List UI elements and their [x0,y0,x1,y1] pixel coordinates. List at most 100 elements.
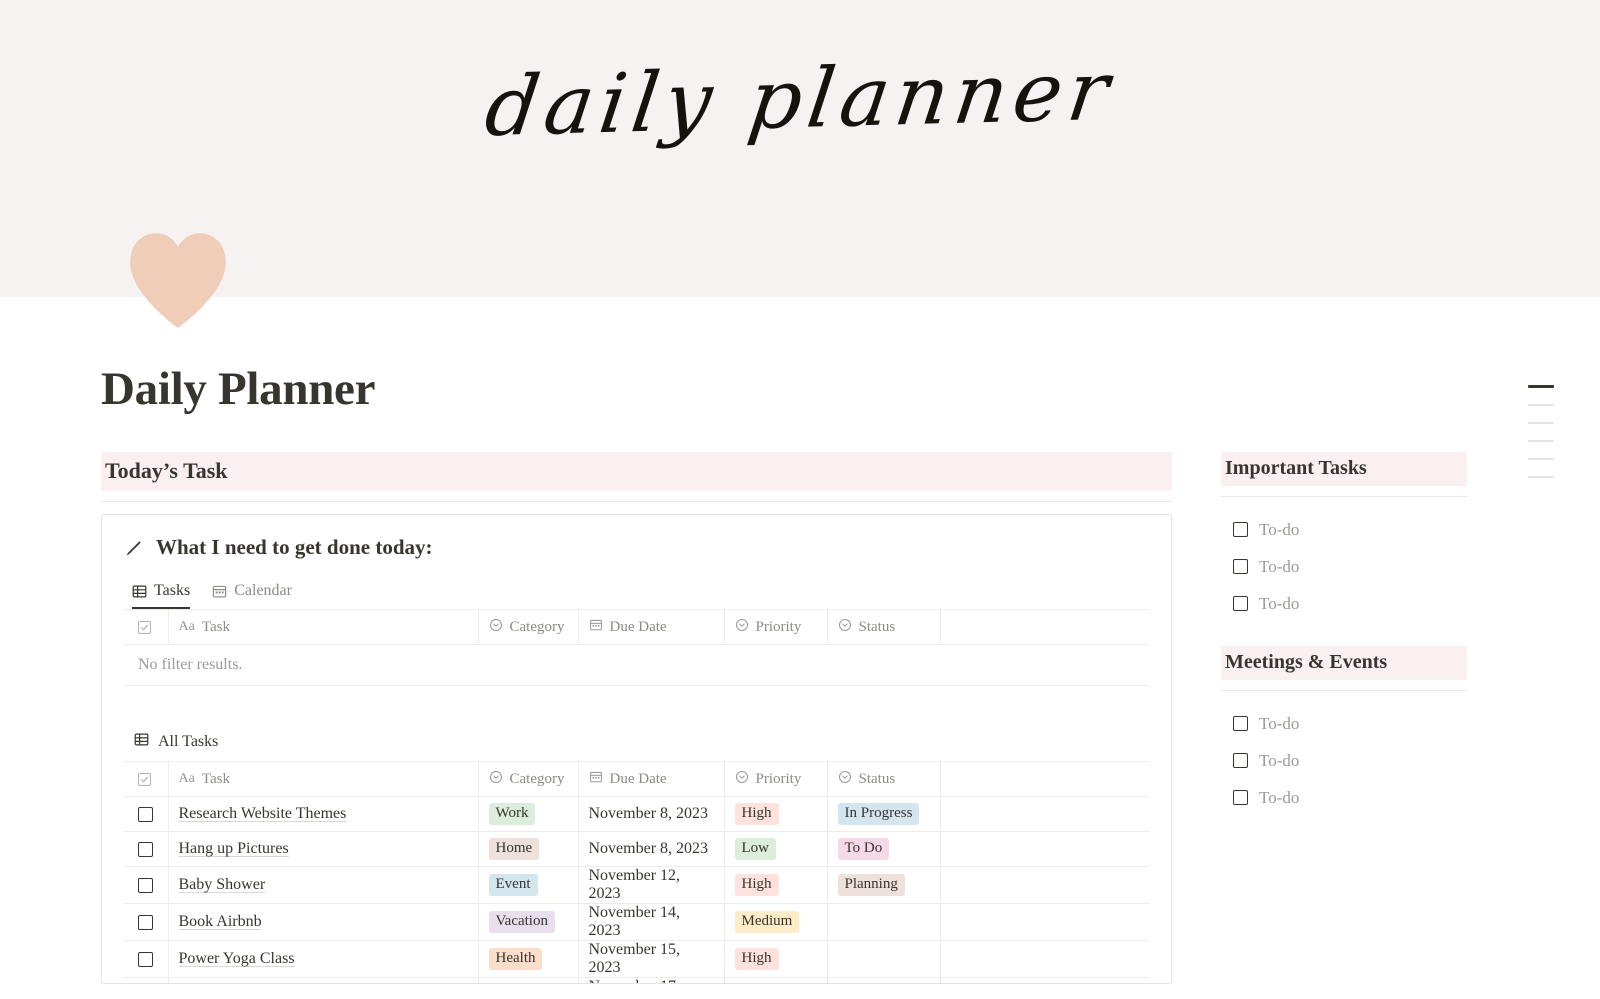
all-tasks-heading[interactable]: All Tasks [124,732,1149,761]
page-title: Daily Planner [101,363,376,415]
task-name-cell[interactable]: Baby Shower [168,866,479,904]
select-icon [735,618,749,637]
column-header-task[interactable]: Aa Task [168,761,479,797]
column-header-category[interactable]: Category [478,761,579,797]
due-date-cell[interactable]: November 8, 2023 [578,831,725,867]
category-cell[interactable]: Work [478,796,579,832]
task-name-cell[interactable]: Research Website Themes [168,796,479,832]
todo-item[interactable]: To-do [1221,779,1467,816]
toc-line[interactable] [1528,404,1554,406]
column-header-status[interactable]: Status [827,609,941,645]
checkbox-icon[interactable] [138,951,153,967]
priority-cell[interactable]: High [724,940,828,978]
toc-line[interactable] [1528,458,1554,460]
column-header-status[interactable]: Status [827,761,941,797]
table-row[interactable]: Baby Shower Event November 12, 2023 High Pla… [124,866,1149,904]
row-checkbox-cell[interactable] [124,940,169,978]
category-cell[interactable]: Event [478,866,579,904]
column-header-category[interactable]: Category [478,609,579,645]
status-cell[interactable]: To Do [827,831,941,867]
task-name-cell[interactable]: Hang up Pictures [168,831,479,867]
todo-item[interactable]: To-do [1221,585,1467,622]
due-date-cell[interactable]: November 14, 2023 [578,903,725,941]
table-row[interactable]: Research Website Themes Work November 8, 2… [124,796,1149,832]
table-row[interactable]: Power Yoga Class Health November 15, 2023 H… [124,940,1149,978]
priority-cell[interactable]: Low [724,831,828,867]
table-row[interactable]: Hang up Pictures Home November 8, 2023 Low T… [124,831,1149,867]
category-cell[interactable]: Vacation [478,903,579,941]
checkbox-icon[interactable] [138,914,153,930]
priority-cell[interactable]: Low [724,977,828,983]
due-date-cell[interactable]: November 15, 2023 [578,940,725,978]
table-of-contents-indicator[interactable] [1528,385,1554,494]
status-cell[interactable] [827,977,941,983]
select-icon [838,618,852,637]
task-name-cell[interactable]: Power Yoga Class [168,940,479,978]
status-cell[interactable] [827,903,941,941]
tab-calendar[interactable]: Calendar [212,582,292,609]
due-date-cell[interactable]: November 17, 2023 [578,977,725,983]
status-cell[interactable]: Planning [827,866,941,904]
category-cell[interactable]: To Buy [478,977,579,983]
checkbox-icon[interactable] [138,877,153,893]
task-name-label[interactable]: Baby Shower [179,876,266,893]
table-row[interactable]: Order new deskTo BuyNovember 17, 2023Low [124,977,1149,983]
page-body: Daily Planner Today’s Task What I need t… [0,297,1600,999]
row-spacer-cell [940,831,1149,867]
status-cell[interactable]: In Progress [827,796,941,832]
select-icon [489,770,503,789]
column-header-checkbox[interactable] [124,609,169,645]
column-header-checkbox[interactable] [124,761,169,797]
category-chip: Vacation [488,911,555,933]
checkbox-icon[interactable] [138,841,153,857]
status-cell[interactable] [827,940,941,978]
checkbox-icon[interactable] [1233,596,1248,611]
todo-item[interactable]: To-do [1221,548,1467,585]
checkbox-icon[interactable] [1233,559,1248,574]
task-name-label[interactable]: Hang up Pictures [179,840,289,857]
row-checkbox-cell[interactable] [124,903,169,941]
column-header-task[interactable]: Aa Task [168,609,479,645]
toc-line[interactable] [1528,422,1554,424]
tab-tasks[interactable]: Tasks [132,582,191,609]
task-name-label[interactable]: Power Yoga Class [179,950,295,967]
todo-item[interactable]: To-do [1221,742,1467,779]
priority-cell[interactable]: High [724,796,828,832]
category-cell[interactable]: Health [478,940,579,978]
column-header-priority[interactable]: Priority [724,761,828,797]
priority-cell[interactable]: High [724,866,828,904]
toc-line-active[interactable] [1528,385,1554,388]
task-name-label[interactable]: Book Airbnb [179,913,262,930]
checkbox-icon[interactable] [1233,522,1248,537]
checkbox-icon[interactable] [1233,790,1248,805]
column-header-priority[interactable]: Priority [724,609,828,645]
cover-banner: daily planner [0,0,1600,297]
row-checkbox-cell[interactable] [124,977,169,983]
checkbox-icon[interactable] [1233,753,1248,768]
checkbox-icon[interactable] [1233,716,1248,731]
column-header-due-date[interactable]: Due Date [578,609,725,645]
table-row[interactable]: Book Airbnb Vacation November 14, 2023 Medi… [124,903,1149,941]
row-spacer-cell [940,977,1149,983]
todo-item[interactable]: To-do [1221,705,1467,742]
due-date-cell[interactable]: November 8, 2023 [578,796,725,832]
row-checkbox-cell[interactable] [124,866,169,904]
task-name-label[interactable]: Research Website Themes [179,805,347,822]
priority-cell[interactable]: Medium [724,903,828,941]
checkbox-icon[interactable] [138,806,153,822]
category-cell[interactable]: Home [478,831,579,867]
toc-line[interactable] [1528,440,1554,442]
row-checkbox-cell[interactable] [124,831,169,867]
column-header-spacer [940,609,1149,645]
priority-chip: Low [734,838,776,860]
todo-item[interactable]: To-do [1221,511,1467,548]
column-header-due-date[interactable]: Due Date [578,761,725,797]
toc-line[interactable] [1528,476,1554,478]
callout-title: What I need to get done today: [156,535,433,559]
due-date-cell[interactable]: November 12, 2023 [578,866,725,904]
task-name-cell[interactable]: Order new desk [168,977,479,983]
task-name-cell[interactable]: Book Airbnb [168,903,479,941]
row-checkbox-cell[interactable] [124,796,169,832]
column-header-status-label: Status [858,770,896,787]
table-body: Research Website Themes Work November 8, 2… [124,796,1149,983]
